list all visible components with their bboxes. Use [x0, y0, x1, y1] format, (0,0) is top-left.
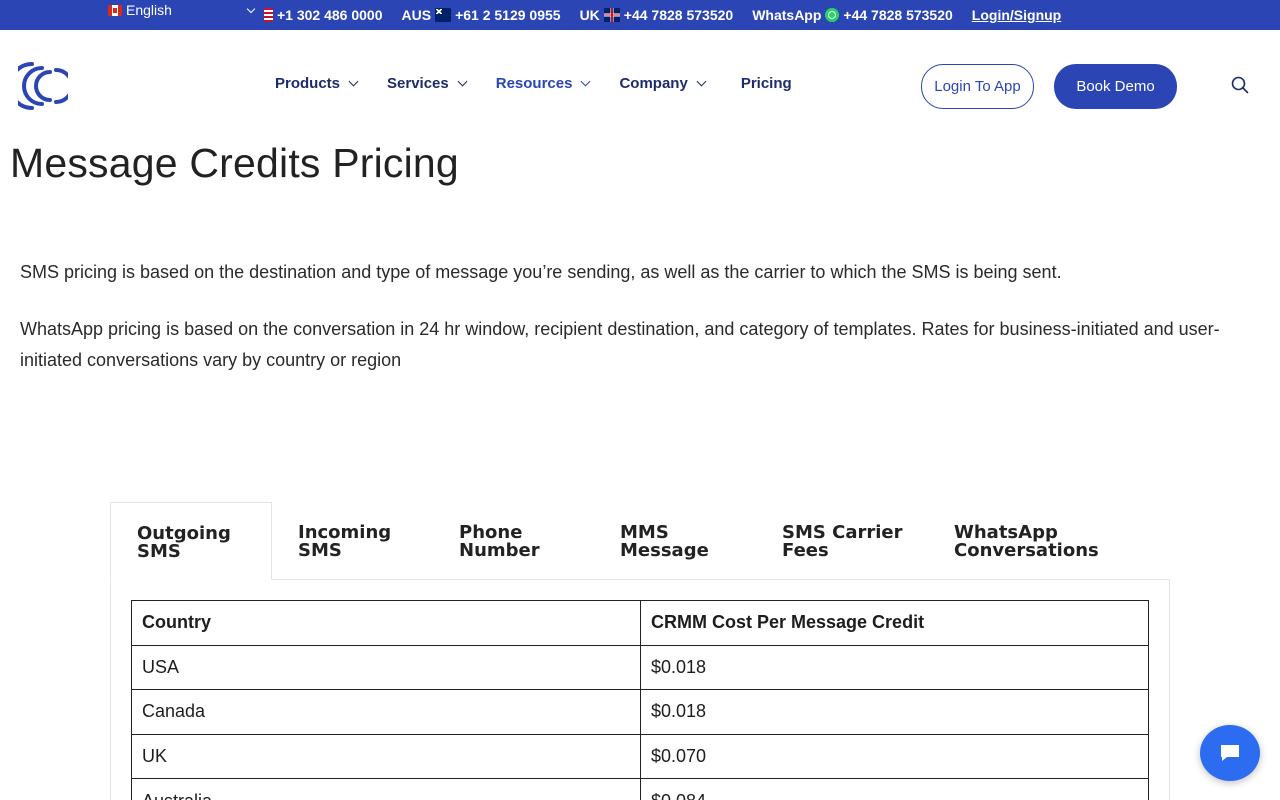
cell-cost: $0.084: [640, 778, 1149, 800]
cell-cost: $0.070: [640, 733, 1149, 780]
tab-label-line2: Number: [459, 540, 540, 561]
contact-us[interactable]: +1 302 486 0000: [264, 7, 383, 23]
pricing-table: Country CRMM Cost Per Message Credit USA…: [131, 600, 1149, 800]
language-label: English: [126, 2, 172, 18]
contact-label: WhatsApp: [752, 7, 822, 23]
tab-label-line2: Message: [620, 540, 709, 561]
main-nav: Products Services Resources Company Pric…: [275, 75, 792, 92]
book-demo-button[interactable]: Book Demo: [1054, 64, 1177, 109]
chevron-down-icon: [581, 76, 591, 87]
whatsapp-pricing-paragraph: WhatsApp pricing is based on the convers…: [20, 319, 1220, 370]
nav-pricing[interactable]: Pricing: [741, 75, 792, 92]
chevron-down-icon: [457, 76, 468, 87]
tab-sms-carrier-fees[interactable]: SMS Carrier Fees: [782, 502, 942, 580]
tab-label-line2: SMS: [137, 541, 181, 562]
site-header: Products Services Resources Company Pric…: [0, 30, 1280, 140]
au-flag-icon: [435, 8, 452, 22]
cell-country: UK: [131, 733, 641, 780]
tab-phone-number[interactable]: Phone Number: [459, 502, 609, 580]
nav-label: Company: [619, 75, 688, 92]
contact-label: UK: [579, 7, 600, 23]
top-contact-bar: English +1 302 486 0000 AUS +61 2 5129 0…: [0, 0, 1280, 30]
contact-phone: +1 302 486 0000: [277, 7, 383, 23]
column-header-cost: CRMM Cost Per Message Credit: [640, 600, 1149, 646]
nav-label: Products: [275, 75, 341, 92]
canada-flag-icon: [108, 4, 122, 16]
chat-widget-button[interactable]: [1200, 725, 1260, 781]
tab-incoming-sms[interactable]: Incoming SMS: [298, 502, 448, 580]
nav-resources[interactable]: Resources: [495, 75, 591, 92]
brand-logo-icon[interactable]: [18, 60, 68, 112]
table-row: USA $0.018: [131, 644, 1149, 691]
tab-whatsapp-conversations[interactable]: WhatsApp Conversations: [954, 502, 1134, 580]
us-flag-icon: [264, 8, 273, 22]
contact-phone: +61 2 5129 0955: [455, 7, 561, 23]
nav-label: Pricing: [740, 75, 792, 92]
contact-aus[interactable]: AUS +61 2 5129 0955: [402, 7, 561, 23]
nav-services[interactable]: Services: [387, 75, 468, 92]
tab-label-line2: Fees: [782, 540, 829, 561]
column-header-country: Country: [131, 600, 641, 646]
chat-bubble-icon: [1221, 745, 1239, 761]
search-icon[interactable]: [1231, 76, 1249, 94]
contact-label: AUS: [401, 7, 432, 23]
contact-whatsapp[interactable]: WhatsApp +44 7828 573520: [752, 7, 953, 23]
nav-label: Services: [387, 75, 449, 92]
nav-label: Resources: [495, 75, 573, 92]
cell-cost: $0.018: [640, 644, 1149, 691]
login-to-app-button[interactable]: Login To App: [921, 64, 1034, 109]
cell-country: USA: [131, 644, 641, 691]
table-row: Australia $0.084: [131, 778, 1149, 800]
tab-label-line2: Conversations: [954, 540, 1099, 561]
contact-uk[interactable]: UK +44 7828 573520: [580, 7, 734, 23]
whatsapp-icon: [825, 8, 840, 22]
cell-country: Australia: [131, 778, 641, 800]
table-header-row: Country CRMM Cost Per Message Credit: [131, 600, 1149, 646]
cell-country: Canada: [131, 689, 641, 735]
contact-phone: +44 7828 573520: [843, 7, 953, 23]
tab-outgoing-sms[interactable]: Outgoing SMS: [110, 502, 272, 580]
chevron-down-icon: [348, 76, 359, 87]
tab-label-line2: SMS: [298, 540, 342, 561]
chevron-down-icon[interactable]: [246, 4, 256, 14]
contact-list: +1 302 486 0000 AUS +61 2 5129 0955 UK +…: [264, 0, 1061, 30]
uk-flag-icon: [603, 8, 620, 22]
chevron-down-icon: [696, 76, 707, 87]
cell-cost: $0.018: [640, 689, 1149, 735]
page-title: Message Credits Pricing: [10, 140, 459, 186]
language-selector[interactable]: English: [108, 2, 172, 18]
tab-mms-message[interactable]: MMS Message: [620, 502, 770, 580]
nav-company[interactable]: Company: [619, 75, 707, 92]
table-row: UK $0.070: [131, 733, 1149, 780]
pricing-tabs: Outgoing SMS Incoming SMS Phone Number M…: [110, 502, 1170, 800]
contact-phone: +44 7828 573520: [623, 7, 734, 23]
table-row: Canada $0.018: [131, 689, 1149, 735]
login-signup-link[interactable]: Login/Signup: [972, 7, 1061, 23]
sms-pricing-paragraph: SMS pricing is based on the destination …: [20, 262, 1062, 282]
nav-products[interactable]: Products: [275, 75, 359, 92]
